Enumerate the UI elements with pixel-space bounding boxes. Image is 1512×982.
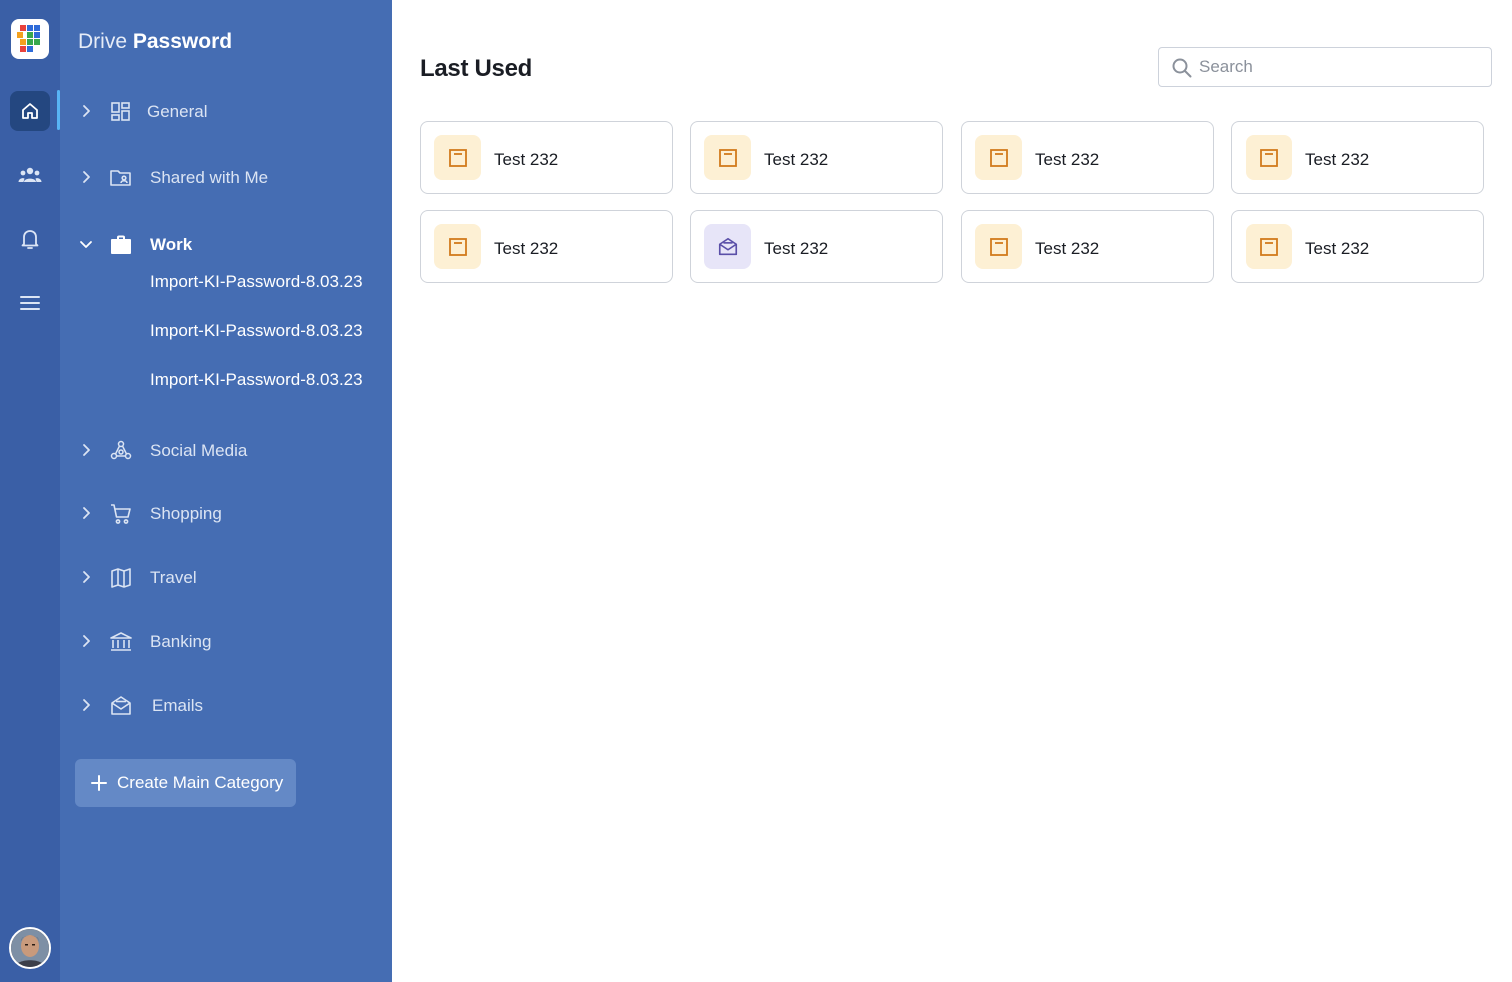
app-logo-icon bbox=[17, 25, 40, 52]
window-icon bbox=[1260, 237, 1278, 256]
card-label: Test 232 bbox=[764, 239, 829, 258]
cart-icon bbox=[111, 504, 131, 524]
window-icon bbox=[1260, 148, 1278, 167]
sidebar-item-label: Shopping bbox=[150, 504, 222, 523]
chevron-down-icon[interactable] bbox=[79, 237, 93, 251]
envelope-open-icon bbox=[718, 237, 737, 255]
briefcase-icon bbox=[111, 235, 131, 254]
password-card[interactable]: Test 232 bbox=[690, 210, 943, 283]
window-icon bbox=[989, 237, 1008, 256]
window-icon bbox=[448, 237, 467, 256]
rail-menu-button[interactable] bbox=[10, 283, 50, 323]
card-icon-badge bbox=[975, 224, 1022, 269]
app-logo[interactable] bbox=[11, 19, 49, 59]
sidebar-item-banking[interactable]: Banking bbox=[60, 622, 392, 662]
card-icon-badge bbox=[704, 224, 751, 269]
chevron-right-icon[interactable] bbox=[79, 443, 93, 457]
create-main-category-button[interactable]: Create Main Category bbox=[75, 759, 296, 807]
app-title-light: Drive bbox=[78, 30, 128, 53]
card-label: Test 232 bbox=[1305, 150, 1370, 169]
card-label: Test 232 bbox=[1035, 239, 1100, 258]
create-main-category-label: Create Main Category bbox=[117, 773, 284, 792]
chevron-right-icon[interactable] bbox=[79, 634, 93, 648]
sidebar-item-social-media[interactable]: Social Media bbox=[60, 431, 392, 471]
card-icon-badge bbox=[975, 135, 1022, 180]
sidebar-subitem[interactable]: Import-KI-Password-8.03.23 bbox=[150, 321, 363, 341]
sidebar-item-label: Social Media bbox=[150, 441, 248, 460]
password-card[interactable]: Test 232 bbox=[961, 121, 1214, 194]
network-icon bbox=[110, 440, 132, 460]
password-card[interactable]: Test 232 bbox=[420, 210, 673, 283]
sidebar-item-label: Banking bbox=[150, 632, 212, 651]
card-icon-badge bbox=[1246, 135, 1292, 180]
envelope-open-icon bbox=[111, 696, 131, 715]
shared-folder-icon bbox=[110, 170, 131, 186]
bank-icon bbox=[110, 632, 132, 651]
card-label: Test 232 bbox=[1035, 150, 1100, 169]
sidebar-item-work[interactable]: Work bbox=[60, 225, 392, 265]
avatar-photo bbox=[11, 929, 49, 967]
rail-users-button[interactable] bbox=[10, 155, 50, 195]
chevron-right-icon[interactable] bbox=[79, 170, 93, 184]
home-icon bbox=[22, 103, 38, 119]
window-icon bbox=[718, 148, 737, 167]
sidebar-item-label: Work bbox=[150, 235, 193, 254]
sidebar-item-travel[interactable]: Travel bbox=[60, 558, 392, 598]
search-input[interactable] bbox=[1199, 56, 1479, 78]
app-title-bold: Password bbox=[132, 30, 233, 53]
password-card[interactable]: Test 232 bbox=[420, 121, 673, 194]
search-icon bbox=[1172, 58, 1192, 78]
sidebar-item-label: Travel bbox=[150, 568, 197, 587]
window-icon bbox=[448, 148, 467, 167]
bell-icon bbox=[21, 230, 39, 249]
rail-notifications-button[interactable] bbox=[10, 219, 50, 259]
password-card[interactable]: Test 232 bbox=[1231, 121, 1484, 194]
app-title: Drive Password bbox=[78, 30, 232, 54]
chevron-right-icon[interactable] bbox=[79, 570, 93, 584]
chevron-right-icon[interactable] bbox=[79, 698, 93, 712]
chevron-right-icon[interactable] bbox=[79, 104, 93, 118]
card-icon-badge bbox=[704, 135, 751, 180]
search-box bbox=[1158, 47, 1492, 87]
user-avatar[interactable] bbox=[9, 927, 51, 969]
users-icon bbox=[18, 167, 42, 182]
page-title: Last Used bbox=[420, 55, 533, 82]
password-card[interactable]: Test 232 bbox=[690, 121, 943, 194]
sidebar-item-general[interactable]: General bbox=[60, 92, 392, 132]
category-sidebar: Drive Password General Shared with Me Wo… bbox=[57, 0, 392, 982]
rail-home-button[interactable] bbox=[10, 91, 50, 131]
map-icon bbox=[111, 568, 131, 588]
password-card[interactable]: Test 232 bbox=[961, 210, 1214, 283]
plus-icon bbox=[91, 775, 107, 791]
window-icon bbox=[989, 148, 1008, 167]
sidebar-item-label: General bbox=[147, 102, 208, 121]
card-label: Test 232 bbox=[764, 150, 829, 169]
sidebar-subitem[interactable]: Import-KI-Password-8.03.23 bbox=[150, 272, 363, 292]
sidebar-item-shared-with-me[interactable]: Shared with Me bbox=[60, 158, 392, 198]
card-label: Test 232 bbox=[1305, 239, 1370, 258]
card-icon-badge bbox=[1246, 224, 1292, 269]
icon-rail bbox=[0, 0, 60, 982]
password-card[interactable]: Test 232 bbox=[1231, 210, 1484, 283]
dashboard-grid-icon bbox=[111, 102, 130, 121]
sidebar-item-label: Emails bbox=[152, 696, 204, 715]
card-label: Test 232 bbox=[494, 239, 559, 258]
card-icon-badge bbox=[434, 135, 481, 180]
sidebar-subitem[interactable]: Import-KI-Password-8.03.23 bbox=[150, 370, 363, 390]
sidebar-item-shopping[interactable]: Shopping bbox=[60, 494, 392, 534]
sidebar-item-label: Shared with Me bbox=[150, 168, 269, 187]
card-label: Test 232 bbox=[494, 150, 559, 169]
sidebar-item-emails[interactable]: Emails bbox=[60, 686, 392, 726]
card-icon-badge bbox=[434, 224, 481, 269]
chevron-right-icon[interactable] bbox=[79, 506, 93, 520]
menu-icon bbox=[20, 296, 40, 310]
